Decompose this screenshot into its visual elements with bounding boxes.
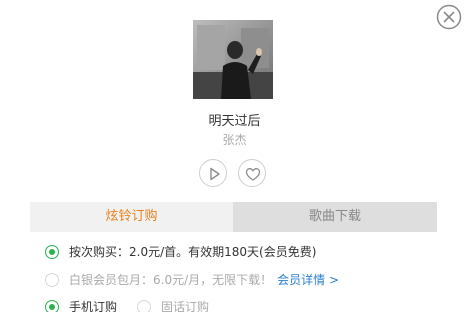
tab-bar: 炫铃订购 歌曲下载	[30, 202, 437, 232]
landline-order-radio[interactable]	[137, 300, 152, 312]
option-monthly[interactable]: 白银会员包月：6.0元/月，无限下载！ 会员详情 >	[45, 273, 339, 287]
option-per-song[interactable]: 按次购买：2.0元/首。有效期180天(会员免费)	[45, 245, 316, 259]
play-icon	[210, 167, 220, 181]
monthly-label: 白银会员包月：6.0元/月，无限下载！	[69, 273, 273, 287]
order-type-group: 手机订购 固话订购	[45, 300, 209, 312]
mobile-order-label[interactable]: 手机订购	[69, 300, 117, 312]
favorite-button[interactable]	[238, 159, 266, 187]
close-button[interactable]	[436, 4, 462, 30]
tab-ringtone-order[interactable]: 炫铃订购	[30, 202, 233, 232]
per-song-label: 按次购买：2.0元/首。有效期180天(会员免费)	[69, 245, 317, 259]
singer-name: 张杰	[222, 133, 247, 147]
album-cover	[193, 20, 273, 99]
per-song-radio[interactable]	[45, 245, 59, 259]
landline-order-label[interactable]: 固话订购	[161, 300, 209, 312]
song-title: 明天过后	[208, 114, 261, 129]
tab-song-download[interactable]: 歌曲下载	[233, 202, 437, 232]
play-button[interactable]	[199, 159, 227, 187]
mobile-order-radio[interactable]	[45, 300, 59, 312]
monthly-radio[interactable]	[45, 273, 59, 287]
close-icon	[436, 4, 462, 30]
member-details-link[interactable]: 会员详情 >	[277, 273, 339, 287]
heart-icon	[245, 168, 261, 181]
